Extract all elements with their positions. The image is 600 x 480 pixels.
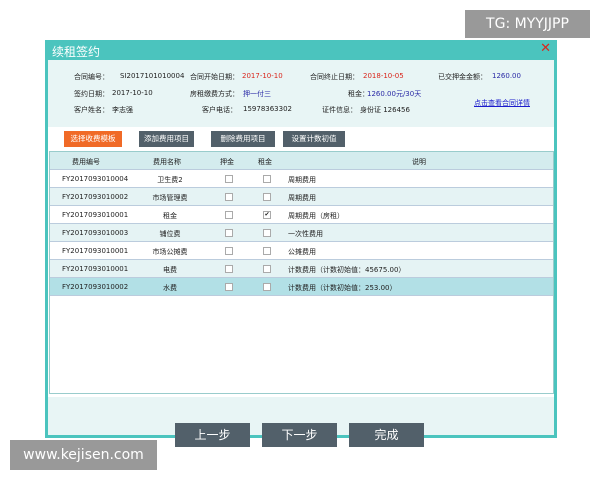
deposit-checkbox[interactable] — [225, 193, 233, 201]
rent-checkbox[interactable] — [263, 175, 271, 183]
contract-info: 合同编号： SI2017101010004 合同开始日期： 2017-10-10… — [48, 60, 554, 127]
customer-label: 客户姓名： — [74, 106, 109, 114]
deposit-checkbox[interactable] — [225, 265, 233, 273]
rent-amount: 1260.00元/30天 — [367, 90, 422, 98]
phone: 15978363302 — [243, 105, 292, 113]
pay-label: 房租缴费方式： — [190, 90, 239, 98]
finish-button[interactable]: 完成 — [349, 423, 424, 447]
fee-desc: 公摊费用 — [288, 248, 316, 256]
renewal-dialog: 续租签约 ✕ 合同编号： SI2017101010004 合同开始日期： 201… — [45, 40, 557, 447]
contract-no-label: 合同编号： — [74, 73, 109, 81]
fee-name: 市场公摊费 — [152, 248, 188, 256]
contract-no: SI2017101010004 — [120, 72, 185, 80]
header-desc: 说明 — [412, 158, 426, 166]
id-label: 证件信息： — [322, 106, 357, 114]
watermark-top: TG: MYYJJPP — [465, 10, 590, 38]
end-date: 2018-10-05 — [363, 72, 404, 80]
customer-name: 李志强 — [112, 106, 133, 114]
prev-button[interactable]: 上一步 — [175, 423, 250, 447]
deposit-checkbox[interactable] — [225, 175, 233, 183]
table-row[interactable]: FY2017093010003 铺位费 一次性费用 — [50, 224, 553, 242]
deposit-checkbox[interactable] — [225, 283, 233, 291]
start-date: 2017-10-10 — [242, 72, 283, 80]
add-fee-button[interactable]: 添加费用项目 — [139, 131, 194, 147]
deposit-checkbox[interactable] — [225, 211, 233, 219]
table-row[interactable]: FY2017093010001 租金 ✔ 周期费用（房租） — [50, 206, 553, 224]
fee-name: 水费 — [163, 284, 177, 292]
close-icon[interactable]: ✕ — [540, 41, 551, 56]
deposit-label: 已交押金金额： — [438, 73, 487, 81]
fee-desc: 一次性费用 — [288, 230, 323, 238]
deposit-checkbox[interactable] — [225, 247, 233, 255]
table-row[interactable]: FY2017093010004 卫生费2 周期费用 — [50, 170, 553, 188]
dialog-body: 合同编号： SI2017101010004 合同开始日期： 2017-10-10… — [48, 60, 554, 447]
pay-method: 押一付三 — [243, 90, 271, 98]
phone-label: 客户电话： — [202, 106, 237, 114]
select-template-button[interactable]: 选择收费模板 — [64, 131, 122, 147]
rent-checkbox[interactable] — [263, 193, 271, 201]
deposit-amount: 1260.00 — [492, 72, 521, 80]
fee-desc: 计数费用（计数初始值：45675.00） — [288, 266, 406, 274]
rent-checkbox[interactable] — [263, 247, 271, 255]
set-initial-button[interactable]: 设置计数初值 — [283, 131, 345, 147]
rent-label: 租金： — [348, 90, 369, 98]
fee-table: 费用编号 费用名称 押金 租金 说明 FY2017093010004 卫生费2 … — [49, 151, 554, 394]
id-info: 身份证 126456 — [360, 106, 410, 114]
next-button[interactable]: 下一步 — [262, 423, 337, 447]
fee-desc: 周期费用 — [288, 194, 316, 202]
rent-checkbox[interactable] — [263, 229, 271, 237]
sign-label: 签约日期： — [74, 90, 109, 98]
header-deposit: 押金 — [220, 158, 234, 166]
rent-checkbox[interactable] — [263, 265, 271, 273]
table-row[interactable]: FY2017093010001 电费 计数费用（计数初始值：45675.00） — [50, 260, 553, 278]
header-code: 费用编号 — [72, 158, 100, 166]
start-label: 合同开始日期： — [190, 73, 239, 81]
header-name: 费用名称 — [153, 158, 181, 166]
watermark-bottom: www.kejisen.com — [10, 440, 157, 470]
sign-date: 2017-10-10 — [112, 89, 153, 97]
deposit-checkbox[interactable] — [225, 229, 233, 237]
fee-desc: 周期费用 — [288, 176, 316, 184]
fee-desc: 周期费用（房租） — [288, 212, 344, 220]
table-row[interactable]: FY2017093010001 市场公摊费 公摊费用 — [50, 242, 553, 260]
fee-name: 市场管理费 — [152, 194, 188, 202]
end-label: 合同终止日期： — [310, 73, 359, 81]
header-rent: 租金 — [258, 158, 272, 166]
table-row[interactable]: FY2017093010002 水费 计数费用（计数初始值：253.00） — [50, 278, 553, 296]
table-header: 费用编号 费用名称 押金 租金 说明 — [50, 152, 553, 170]
contract-detail-link[interactable]: 点击查看合同详情 — [474, 98, 530, 108]
dialog-title: 续租签约 — [52, 45, 101, 59]
fee-desc: 计数费用（计数初始值：253.00） — [288, 284, 397, 292]
rent-checkbox[interactable] — [263, 283, 271, 291]
fee-name: 租金 — [163, 212, 177, 220]
rent-checkbox[interactable]: ✔ — [263, 211, 271, 219]
fee-name: 卫生费2 — [157, 176, 183, 184]
fee-name: 电费 — [163, 266, 177, 274]
delete-fee-button[interactable]: 删除费用项目 — [211, 131, 275, 147]
table-row[interactable]: FY2017093010002 市场管理费 周期费用 — [50, 188, 553, 206]
fee-name: 铺位费 — [159, 230, 181, 238]
